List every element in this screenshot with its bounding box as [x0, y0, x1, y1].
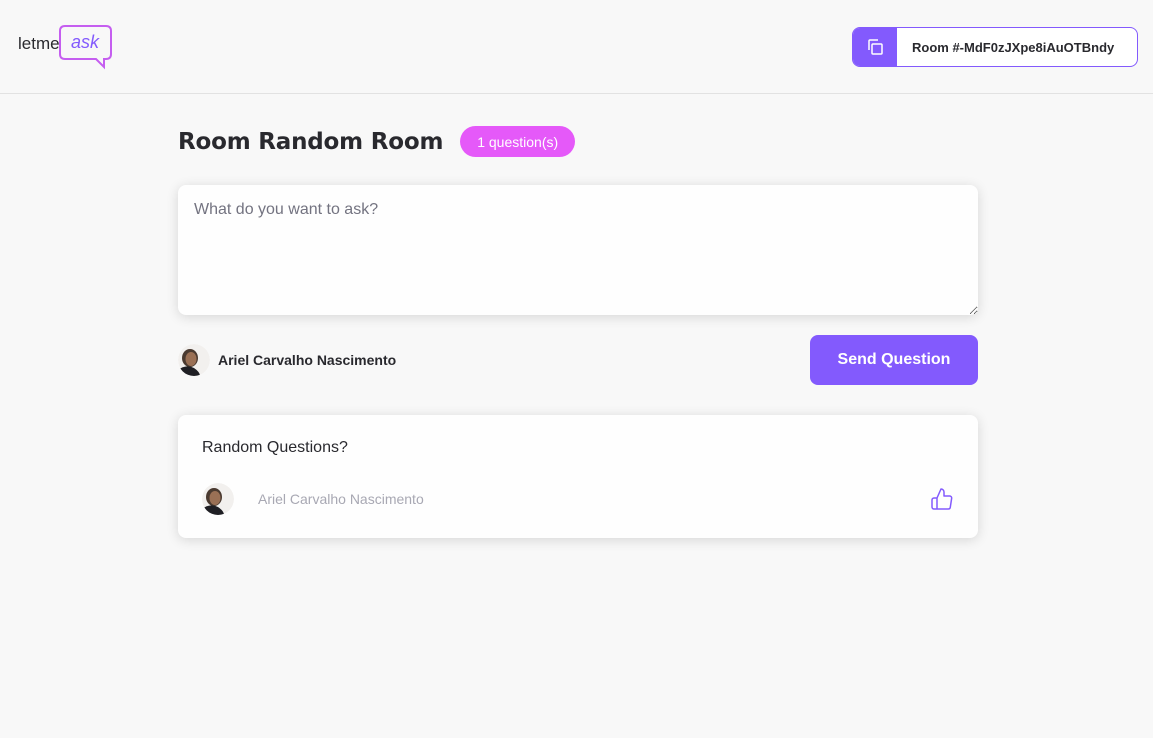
send-question-button[interactable]: Send Question [810, 335, 978, 385]
question-input[interactable] [178, 185, 978, 315]
avatar [178, 344, 210, 376]
like-icon [931, 488, 953, 510]
room-code-button[interactable]: Room #-MdF0zJXpe8iAuOTBndy [852, 27, 1138, 67]
question-card: Random Questions? Ariel Carvalho Nascime… [178, 415, 978, 538]
current-user-info: Ariel Carvalho Nascimento [178, 344, 396, 376]
question-content: Random Questions? [202, 439, 348, 456]
question-author-name: Ariel Carvalho Nascimento [258, 491, 424, 507]
room-code-label: Room #-MdF0zJXpe8iAuOTBndy [912, 39, 1115, 55]
avatar [202, 483, 234, 515]
letmeask-logo[interactable]: letme ask [18, 22, 113, 70]
current-user-name: Ariel Carvalho Nascimento [218, 352, 397, 368]
room-title-row: Room Random Room 1 question(s) [178, 126, 576, 157]
copy-icon [868, 39, 883, 55]
copy-button[interactable] [853, 28, 897, 66]
app-header: letme ask Room #-MdF0zJXpe8iAuOTBndy [0, 0, 1153, 94]
logo-text-main: letme [18, 34, 60, 53]
question-form-footer: Ariel Carvalho Nascimento Send Question [178, 335, 978, 385]
question-footer: Ariel Carvalho Nascimento [202, 483, 954, 515]
question-author: Ariel Carvalho Nascimento [202, 483, 424, 515]
question-count-badge: 1 question(s) [460, 126, 576, 157]
like-button[interactable] [930, 487, 954, 511]
logo-text-accent: ask [71, 32, 100, 52]
page-title: Room Random Room [178, 128, 444, 155]
